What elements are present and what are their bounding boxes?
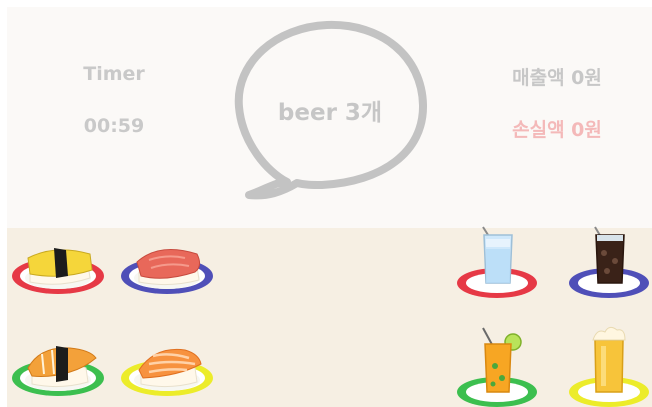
timer-label: Timer xyxy=(83,63,145,85)
salmon-sushi-plate[interactable] xyxy=(119,338,215,400)
timer-value: 00:59 xyxy=(83,115,145,137)
orange-juice-glass-icon xyxy=(484,343,512,393)
game-screen: Timer 00:59 beer 3개 매출액 0원 손실액 0원 xyxy=(7,7,652,407)
cola-drink-plate[interactable] xyxy=(567,213,651,303)
customer-order: beer 3개 xyxy=(277,100,383,126)
conveyor-counter xyxy=(7,226,652,407)
sales-amount: 매출액 0원 xyxy=(512,67,602,89)
shrimp-sushi-plate[interactable] xyxy=(10,338,106,400)
beer-glass-icon xyxy=(594,339,624,393)
orange-juice-drink-plate[interactable] xyxy=(455,320,539,407)
hud-panel: Timer 00:59 beer 3개 매출액 0원 손실액 0원 xyxy=(7,7,652,228)
tuna-sushi-plate[interactable] xyxy=(119,238,215,300)
tamago-sushi-plate[interactable] xyxy=(10,238,106,300)
loss-amount: 손실액 0원 xyxy=(512,119,602,141)
beer-drink-plate[interactable] xyxy=(567,316,651,407)
water-drink-plate[interactable] xyxy=(455,213,539,303)
cola-glass-icon xyxy=(595,234,625,284)
